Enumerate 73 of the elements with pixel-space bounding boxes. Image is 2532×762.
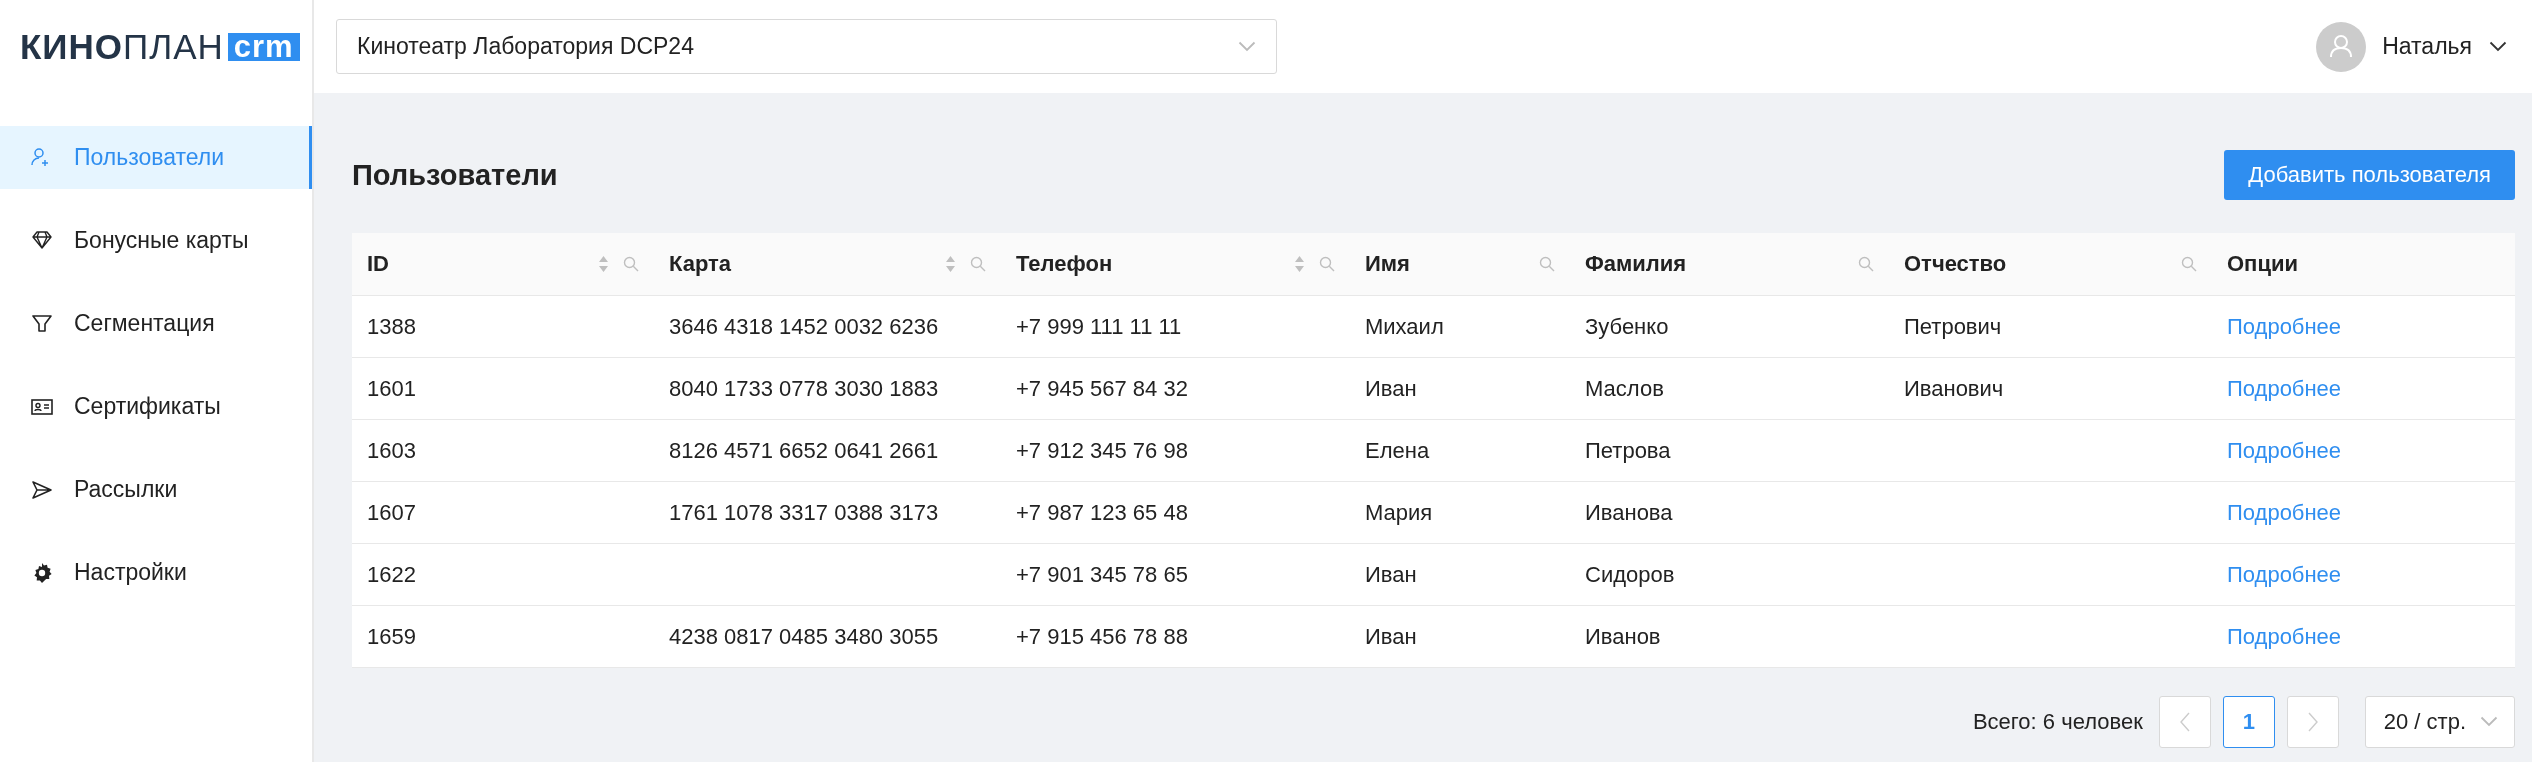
search-icon[interactable] xyxy=(2181,256,2197,272)
table-cell: Иванович xyxy=(1904,375,2004,401)
column-header: Фамилия xyxy=(1570,233,1889,296)
column-header: Отчество xyxy=(1889,233,2212,296)
chevron-right-icon xyxy=(2306,712,2319,732)
column-header: ID xyxy=(352,233,654,296)
table-cell: 8040 1733 0778 3030 1883 xyxy=(669,375,939,401)
table-cell: +7 999 111 11 11 xyxy=(1016,313,1182,339)
sidebar-item[interactable]: Пользователи xyxy=(0,126,312,189)
details-link[interactable]: Подробнее xyxy=(2227,623,2342,649)
chevron-down-icon xyxy=(2480,716,2498,728)
column-header: Карта xyxy=(654,233,1001,296)
table-cell: Иван xyxy=(1365,375,1417,401)
column-header: Имя xyxy=(1350,233,1570,296)
avatar-icon[interactable] xyxy=(2316,21,2367,72)
table-cell: 1388 xyxy=(367,313,416,339)
total-count: Всего: 6 человек xyxy=(1972,709,2143,735)
details-link[interactable]: Подробнее xyxy=(2227,313,2342,339)
sort-icon[interactable] xyxy=(598,255,609,273)
table-cell: Петрова xyxy=(1585,437,1671,463)
details-link[interactable]: Подробнее xyxy=(2227,437,2342,463)
table-cell: Маслов xyxy=(1585,375,1664,401)
sidebar-item[interactable]: Настройки xyxy=(0,541,312,604)
search-icon[interactable] xyxy=(1319,256,1335,272)
column-header: Опции xyxy=(2212,233,2515,296)
table-cell: 1603 xyxy=(367,437,416,463)
table-cell: Иван xyxy=(1365,623,1417,649)
page-title: Пользователи xyxy=(352,158,558,192)
table-cell: 1607 xyxy=(367,499,416,525)
table-cell: Зубенко xyxy=(1585,313,1669,339)
table-cell: 4238 0817 0485 3480 3055 xyxy=(669,623,939,649)
table-cell: 1622 xyxy=(367,561,416,587)
table-cell: +7 912 345 76 98 xyxy=(1016,437,1188,463)
table-cell: Михаил xyxy=(1365,313,1444,339)
sidebar-item[interactable]: Сегментация xyxy=(0,292,312,355)
table-cell: Иванов xyxy=(1585,623,1661,649)
search-icon[interactable] xyxy=(623,256,639,272)
chevron-down-icon xyxy=(2488,40,2508,53)
details-link[interactable]: Подробнее xyxy=(2227,561,2342,587)
table-cell: 1659 xyxy=(367,623,416,649)
search-icon[interactable] xyxy=(1539,256,1555,272)
table-cell: Елена xyxy=(1365,437,1430,463)
table-cell: +7 945 567 84 32 xyxy=(1016,375,1188,401)
logo: КИНОПЛАН crm xyxy=(20,26,300,67)
page-size-select[interactable]: 20 / стр. xyxy=(2364,696,2515,748)
table-cell: Сидоров xyxy=(1585,561,1675,587)
table-cell: +7 987 123 65 48 xyxy=(1016,499,1188,525)
table-cell: 8126 4571 6652 0641 2661 xyxy=(669,437,939,463)
table-cell: Мария xyxy=(1365,499,1433,525)
page-button[interactable]: 1 xyxy=(2222,696,2275,748)
cinema-select[interactable]: Кинотеатр Лаборатория DCP24 xyxy=(336,19,1277,74)
user-name[interactable]: Наталья xyxy=(2382,33,2472,60)
sidebar-item[interactable]: Бонусные карты xyxy=(0,209,312,272)
search-icon[interactable] xyxy=(970,256,986,272)
sidebar-item[interactable]: Рассылки xyxy=(0,458,312,521)
chevron-left-icon xyxy=(2178,712,2191,732)
table-cell: +7 901 345 78 65 xyxy=(1016,561,1188,587)
details-link[interactable]: Подробнее xyxy=(2227,375,2342,401)
sidebar-item[interactable]: Сертификаты xyxy=(0,375,312,438)
sort-icon[interactable] xyxy=(1294,255,1305,273)
table-cell: 1761 1078 3317 0388 3173 xyxy=(669,499,939,525)
table-cell: Петрович xyxy=(1904,313,2002,339)
table-cell: Иван xyxy=(1365,561,1417,587)
table-cell: 3646 4318 1452 0032 6236 xyxy=(669,313,939,339)
table-cell: 1601 xyxy=(367,375,416,401)
chevron-down-icon xyxy=(1238,40,1256,53)
sort-icon[interactable] xyxy=(945,255,956,273)
add-user-button[interactable]: Добавить пользователя xyxy=(2224,150,2515,200)
table-cell: Иванова xyxy=(1585,499,1673,525)
column-header: Телефон xyxy=(1001,233,1350,296)
table-cell: +7 915 456 78 88 xyxy=(1016,623,1188,649)
details-link[interactable]: Подробнее xyxy=(2227,499,2342,525)
search-icon[interactable] xyxy=(1858,256,1874,272)
